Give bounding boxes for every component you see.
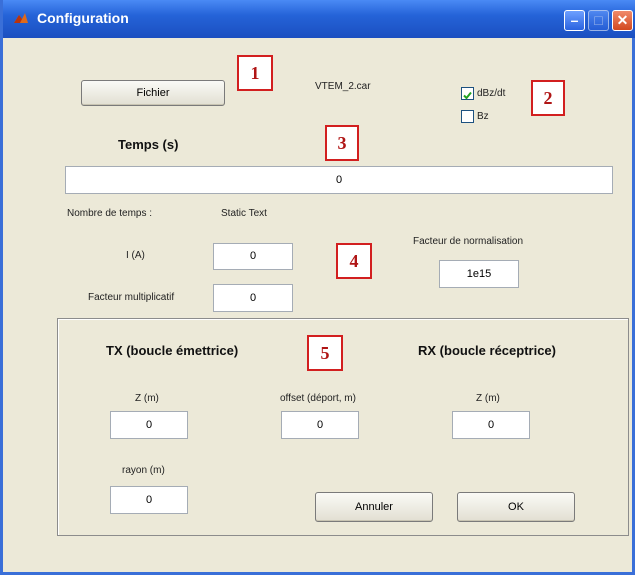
temps-input[interactable]: 0: [65, 166, 613, 194]
check-icon: [463, 91, 472, 100]
courant-label: I (A): [126, 250, 145, 261]
rayon-input[interactable]: 0: [110, 486, 188, 514]
tx-z-input[interactable]: 0: [110, 411, 188, 439]
filename-label: VTEM_2.car: [315, 81, 371, 92]
temps-header: Temps (s): [118, 137, 179, 152]
rx-z-input[interactable]: 0: [452, 411, 530, 439]
facteur-normalisation-label: Facteur de normalisation: [413, 236, 524, 247]
ok-button[interactable]: OK: [457, 492, 575, 522]
configuration-window: Configuration – □ ✕ Fichier 1 VTEM_2.car…: [0, 0, 635, 575]
marker-3: 3: [325, 125, 359, 161]
maximize-icon: □: [594, 12, 603, 28]
offset-label: offset (déport, m): [280, 393, 356, 404]
nombre-temps-label: Nombre de temps :: [67, 208, 153, 219]
rayon-label: rayon (m): [122, 465, 165, 476]
window-title: Configuration: [37, 10, 129, 26]
maximize-button[interactable]: □: [588, 10, 609, 31]
checkbox-dbzdt-box[interactable]: [461, 87, 474, 100]
marker-1: 1: [237, 55, 273, 91]
facteur-multiplicatif-input[interactable]: 0: [213, 284, 293, 312]
checkbox-bz-label: Bz: [477, 111, 489, 122]
close-icon: ✕: [616, 12, 629, 28]
marker-2: 2: [531, 80, 565, 116]
minimize-icon: –: [570, 12, 579, 28]
rx-header: RX (boucle réceptrice): [418, 343, 556, 358]
close-button[interactable]: ✕: [612, 10, 633, 31]
rx-z-label: Z (m): [476, 393, 500, 404]
tx-header: TX (boucle émettrice): [106, 343, 239, 358]
minimize-button[interactable]: –: [564, 10, 585, 31]
matlab-logo-icon: [14, 13, 28, 23]
static-text: Static Text: [221, 208, 267, 219]
title-bar[interactable]: Configuration – □ ✕: [3, 0, 635, 38]
courant-input[interactable]: 0: [213, 243, 293, 270]
annuler-button[interactable]: Annuler: [315, 492, 433, 522]
checkbox-bz-box[interactable]: [461, 110, 474, 123]
facteur-normalisation-input[interactable]: 1e15: [439, 260, 519, 288]
facteur-multiplicatif-label: Facteur multiplicatif: [88, 292, 175, 303]
checkbox-dbzdt-label: dBz/dt: [477, 88, 506, 99]
marker-4: 4: [336, 243, 372, 279]
tx-z-label: Z (m): [135, 393, 159, 404]
marker-5: 5: [307, 335, 343, 371]
fichier-button[interactable]: Fichier: [81, 80, 225, 106]
offset-input[interactable]: 0: [281, 411, 359, 439]
